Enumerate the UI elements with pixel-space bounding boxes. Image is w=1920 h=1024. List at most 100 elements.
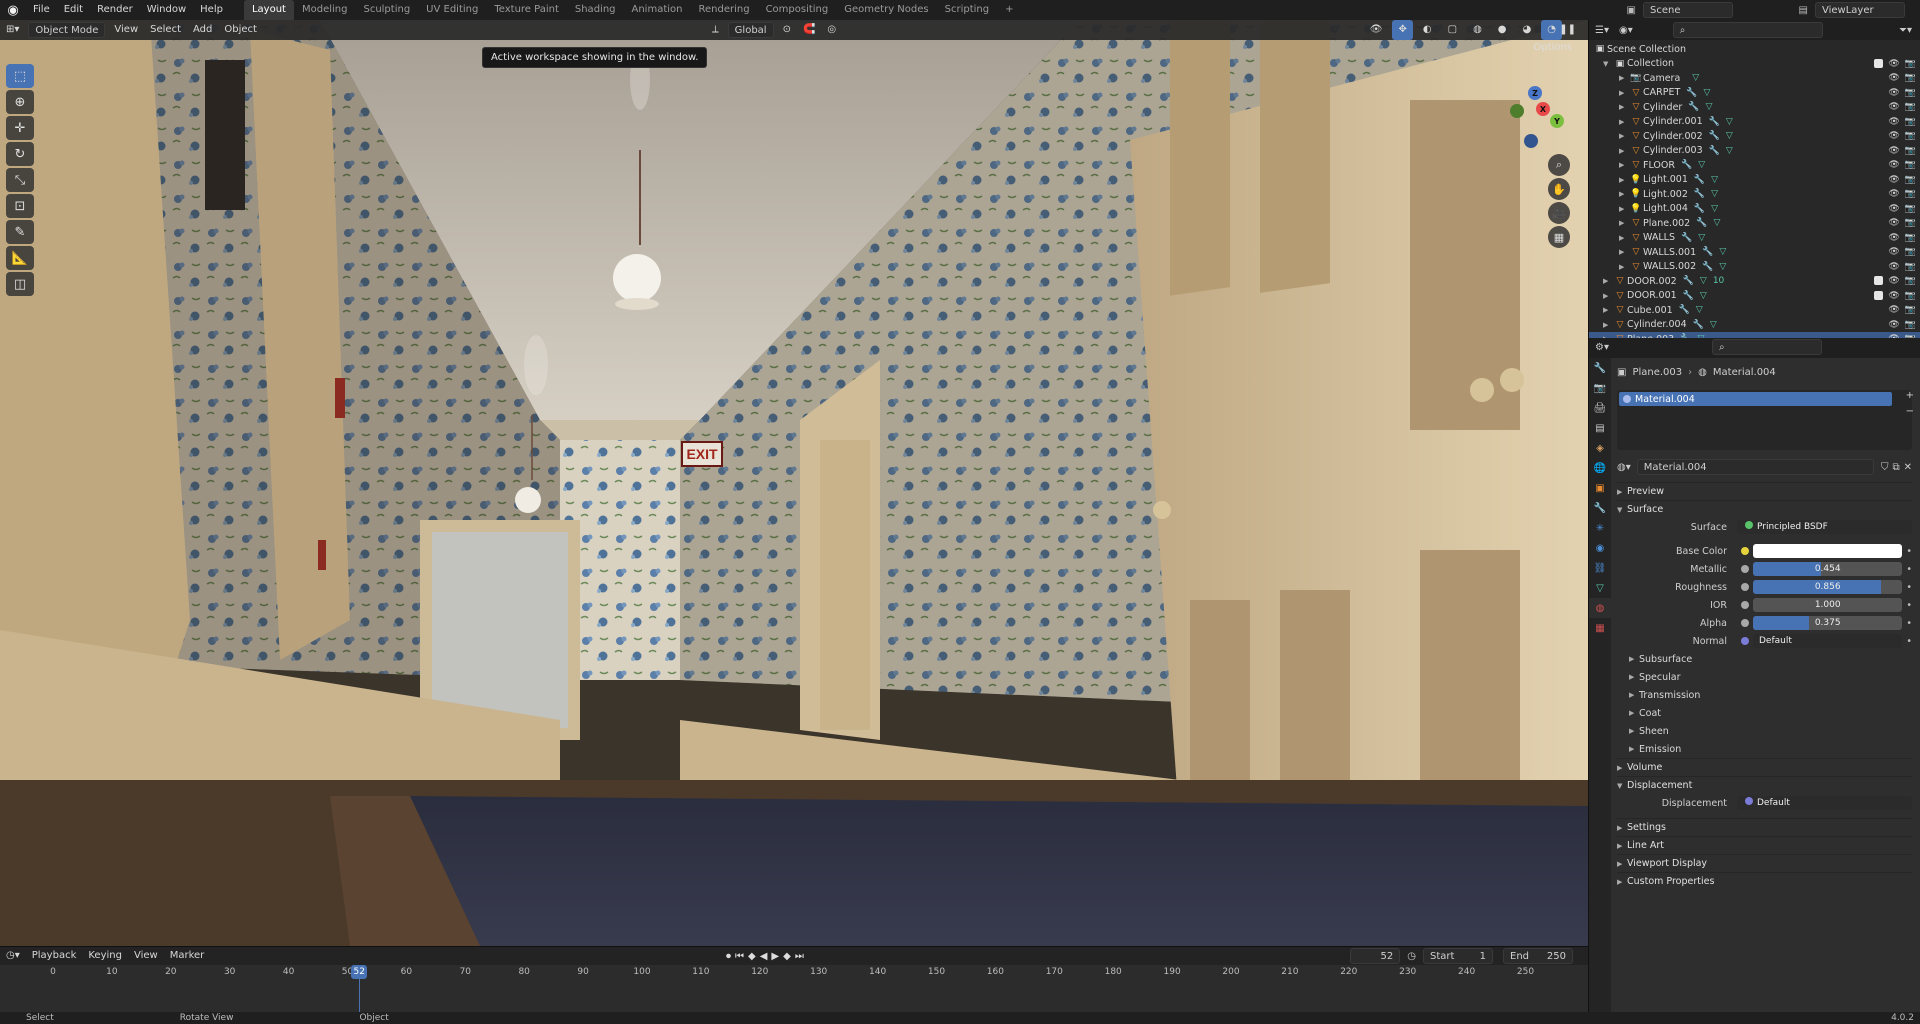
render-camera-icon[interactable]: 📷 — [1905, 73, 1916, 83]
render-camera-icon[interactable]: 📷 — [1905, 160, 1916, 170]
eye-icon[interactable]: 👁 — [1888, 189, 1899, 199]
float-socket-icon[interactable] — [1741, 619, 1749, 627]
outliner-item-light-004[interactable]: ▶ 💡 Light.004 🔧 ▽ 👁 📷 — [1589, 202, 1920, 217]
move-tool-icon[interactable]: ✛ — [6, 116, 34, 140]
render-camera-icon[interactable]: 📷 — [1905, 218, 1916, 228]
expand-arrow-icon[interactable]: ▶ — [1619, 103, 1629, 111]
measure-tool-icon[interactable]: 📐 — [6, 246, 34, 270]
3d-viewport[interactable]: EXIT ⊞▾ Object Mode View Select Add Object … — [0, 20, 1588, 946]
tab-rendering[interactable]: Rendering — [690, 0, 757, 20]
eye-icon[interactable]: 👁 — [1888, 131, 1899, 141]
keyframe-dot-icon[interactable]: • — [1906, 564, 1912, 575]
z-axis-icon[interactable]: Z — [1528, 86, 1542, 100]
material-tab-icon[interactable]: ◍ — [1589, 598, 1611, 618]
neg-y-axis-icon[interactable] — [1510, 104, 1524, 118]
expand-arrow-icon[interactable]: ▶ — [1603, 292, 1613, 300]
start-frame-field[interactable]: Start 1 — [1423, 948, 1493, 964]
current-frame-field[interactable]: 52 — [1350, 948, 1401, 964]
eye-icon[interactable]: 👁 — [1888, 305, 1899, 315]
expand-arrow-icon[interactable]: ▶ — [1619, 263, 1629, 271]
render-camera-icon[interactable]: 📷 — [1905, 204, 1916, 214]
output-tab-icon[interactable]: 🖨 — [1589, 398, 1611, 418]
eye-icon[interactable]: 👁 — [1888, 117, 1899, 127]
particles-tab-icon[interactable]: ✳ — [1589, 518, 1611, 538]
render-camera-icon[interactable]: 📷 — [1905, 146, 1916, 156]
preview-panel-header[interactable]: ▶ Preview — [1617, 482, 1912, 500]
outliner-item-camera[interactable]: ▶ 📷 Camera ▽ 👁 📷 — [1589, 71, 1920, 86]
pivot-point-icon[interactable]: ⊙ — [777, 20, 797, 40]
transform-orientation-selector[interactable]: Global — [727, 22, 774, 38]
play-icon[interactable]: ▶ — [771, 951, 779, 962]
expand-arrow-icon[interactable]: ▶ — [1619, 248, 1629, 256]
vector-socket-icon[interactable] — [1741, 637, 1749, 645]
material-slot-item[interactable]: Material.004 — [1619, 392, 1892, 406]
expand-arrow-icon[interactable]: ▶ — [1619, 234, 1629, 242]
tab-uv-editing[interactable]: UV Editing — [418, 0, 486, 20]
timeline-menu-playback[interactable]: Playback — [26, 946, 83, 966]
expand-arrow-icon[interactable]: ▶ — [1603, 321, 1613, 329]
expand-arrow-icon[interactable]: ▶ — [1619, 190, 1629, 198]
outliner-item-door-002[interactable]: ▶ ▽ DOOR.002 🔧 ▽ 10 👁 📷 — [1589, 274, 1920, 289]
visibility-icon[interactable]: 👁 — [1364, 20, 1389, 40]
material-browse-icon[interactable]: ◍▾ — [1617, 462, 1631, 473]
render-camera-icon[interactable]: 📷 — [1905, 276, 1916, 286]
render-camera-icon[interactable]: 📷 — [1905, 262, 1916, 272]
transform-tool-icon[interactable]: ⊡ — [6, 194, 34, 218]
render-tab-icon[interactable]: 📷 — [1589, 378, 1611, 398]
render-camera-icon[interactable]: 📷 — [1905, 291, 1916, 301]
tab-compositing[interactable]: Compositing — [758, 0, 837, 20]
outliner-item-floor[interactable]: ▶ ▽ FLOOR 🔧 ▽ 👁 📷 — [1589, 158, 1920, 173]
data-tab-icon[interactable]: ▽ — [1589, 578, 1611, 598]
jump-end-icon[interactable]: ⏭ — [795, 951, 804, 962]
field-metallic-value[interactable]: 0.454 — [1753, 562, 1903, 576]
expand-arrow-icon[interactable]: ▶ — [1619, 132, 1629, 140]
tab-geometry-nodes[interactable]: Geometry Nodes — [836, 0, 936, 20]
eye-icon[interactable]: 👁 — [1888, 204, 1899, 214]
menu-edit[interactable]: Edit — [57, 0, 90, 20]
eye-icon[interactable]: 👁 — [1888, 175, 1899, 185]
float-socket-icon[interactable] — [1741, 565, 1749, 573]
jump-start-icon[interactable]: ⏮ — [735, 951, 744, 962]
float-socket-icon[interactable] — [1741, 583, 1749, 591]
surface-panel-header[interactable]: ▼ Surface — [1617, 500, 1912, 518]
subpanel-specular[interactable]: ▶ Specular — [1617, 668, 1912, 686]
render-camera-icon[interactable]: 📷 — [1905, 59, 1916, 69]
record-icon[interactable]: ⏺ — [726, 951, 731, 962]
filter-icon[interactable]: ⏷▾ — [1899, 25, 1912, 36]
eye-icon[interactable]: 👁 — [1888, 59, 1899, 69]
snap-icon[interactable]: 🧲 — [797, 20, 821, 40]
rotate-tool-icon[interactable]: ↻ — [6, 142, 34, 166]
eye-icon[interactable]: 👁 — [1888, 88, 1899, 98]
menu-window[interactable]: Window — [140, 0, 193, 20]
outliner-editor-icon[interactable]: ☰▾ — [1595, 25, 1609, 36]
zoom-icon[interactable]: ⌕ — [1548, 154, 1570, 176]
render-camera-icon[interactable]: 📷 — [1905, 189, 1916, 199]
outliner-item-light-002[interactable]: ▶ 💡 Light.002 🔧 ▽ 👁 📷 — [1589, 187, 1920, 202]
view-layer-selector[interactable]: ▤ ViewLayer — [1799, 2, 1908, 18]
x-axis-icon[interactable]: X — [1536, 102, 1550, 116]
tab-texture-paint[interactable]: Texture Paint — [486, 0, 567, 20]
keyframe-dot-icon[interactable]: • — [1906, 636, 1912, 647]
outliner-item-cylinder[interactable]: ▶ ▽ Cylinder 🔧 ▽ 👁 📷 — [1589, 100, 1920, 115]
pan-icon[interactable]: ✋ — [1548, 178, 1570, 200]
subpanel-emission[interactable]: ▶ Emission — [1617, 740, 1912, 758]
pause-render-icon[interactable]: ❚❚ — [1553, 20, 1582, 40]
menu-file[interactable]: File — [26, 0, 57, 20]
constraints-tab-icon[interactable]: ⛓ — [1589, 558, 1611, 578]
eye-icon[interactable]: 👁 — [1888, 233, 1899, 243]
outliner-item-walls-002[interactable]: ▶ ▽ WALLS.002 🔧 ▽ 👁 📷 — [1589, 260, 1920, 275]
subpanel-sheen[interactable]: ▶ Sheen — [1617, 722, 1912, 740]
scene-selector[interactable]: ▣ Scene — [1627, 2, 1736, 18]
displacement-selector[interactable]: Default — [1737, 796, 1912, 810]
blender-logo-icon[interactable]: ◉ — [0, 0, 26, 20]
eye-icon[interactable]: 👁 — [1888, 218, 1899, 228]
tool-tab-icon[interactable]: 🔧 — [1589, 358, 1611, 378]
add-workspace-button[interactable]: + — [997, 0, 1021, 20]
duplicate-material-icon[interactable]: ⧉ — [1892, 462, 1899, 473]
annotate-tool-icon[interactable]: ✎ — [6, 220, 34, 244]
eye-icon[interactable]: 👁 — [1888, 262, 1899, 272]
expand-arrow-icon[interactable]: ▶ — [1619, 176, 1629, 184]
subpanel-subsurface[interactable]: ▶ Subsurface — [1617, 650, 1912, 668]
tab-layout[interactable]: Layout — [243, 0, 294, 20]
y-axis-icon[interactable]: Y — [1550, 114, 1564, 128]
